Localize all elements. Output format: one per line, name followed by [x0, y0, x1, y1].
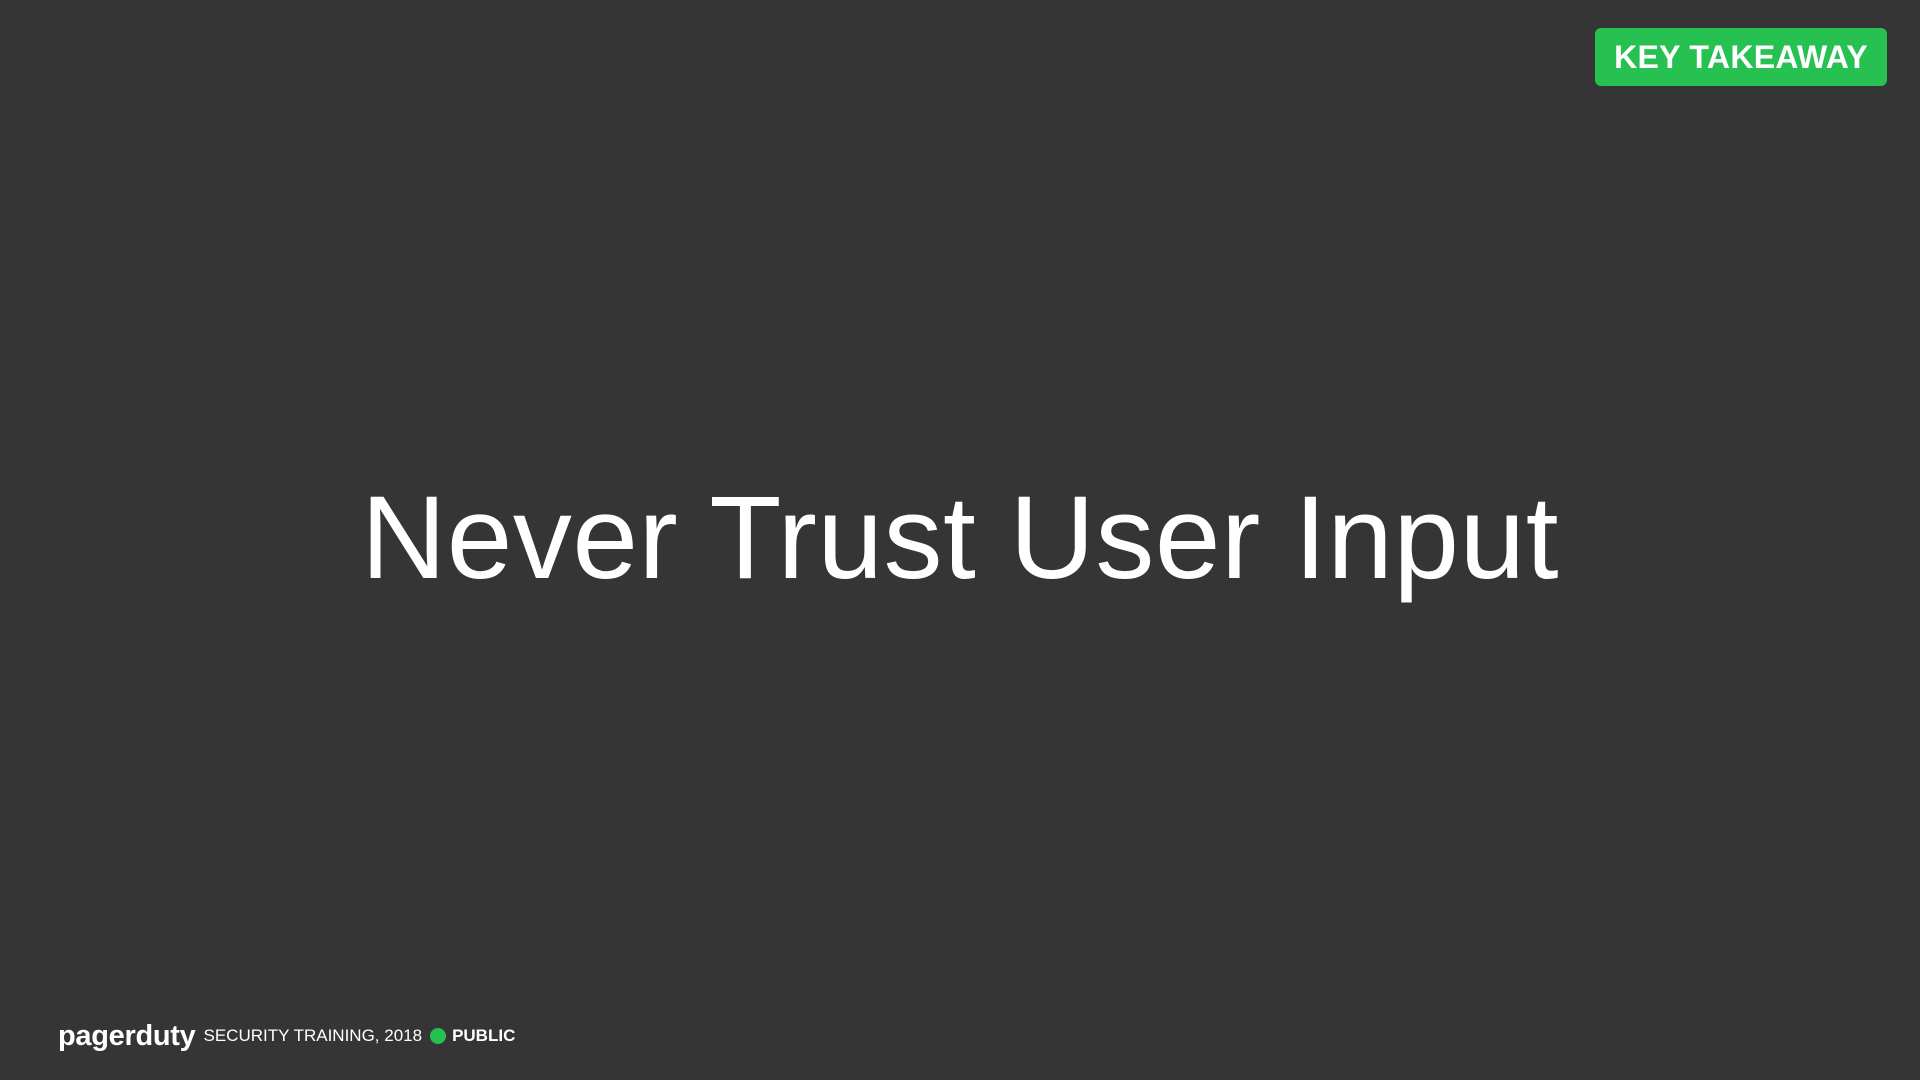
slide: KEY TAKEAWAY Never Trust User Input page…	[0, 0, 1920, 1080]
slide-footer: pagerduty SECURITY TRAINING, 2018 PUBLIC	[58, 1020, 515, 1052]
classification-label: PUBLIC	[452, 1026, 516, 1045]
slide-headline: Never Trust User Input	[361, 472, 1559, 604]
pagerduty-logo: pagerduty	[58, 1020, 196, 1052]
status-dot-icon	[430, 1028, 447, 1044]
key-takeaway-badge: KEY TAKEAWAY	[1595, 28, 1887, 86]
footer-event-text: SECURITY TRAINING, 2018	[203, 1026, 423, 1045]
